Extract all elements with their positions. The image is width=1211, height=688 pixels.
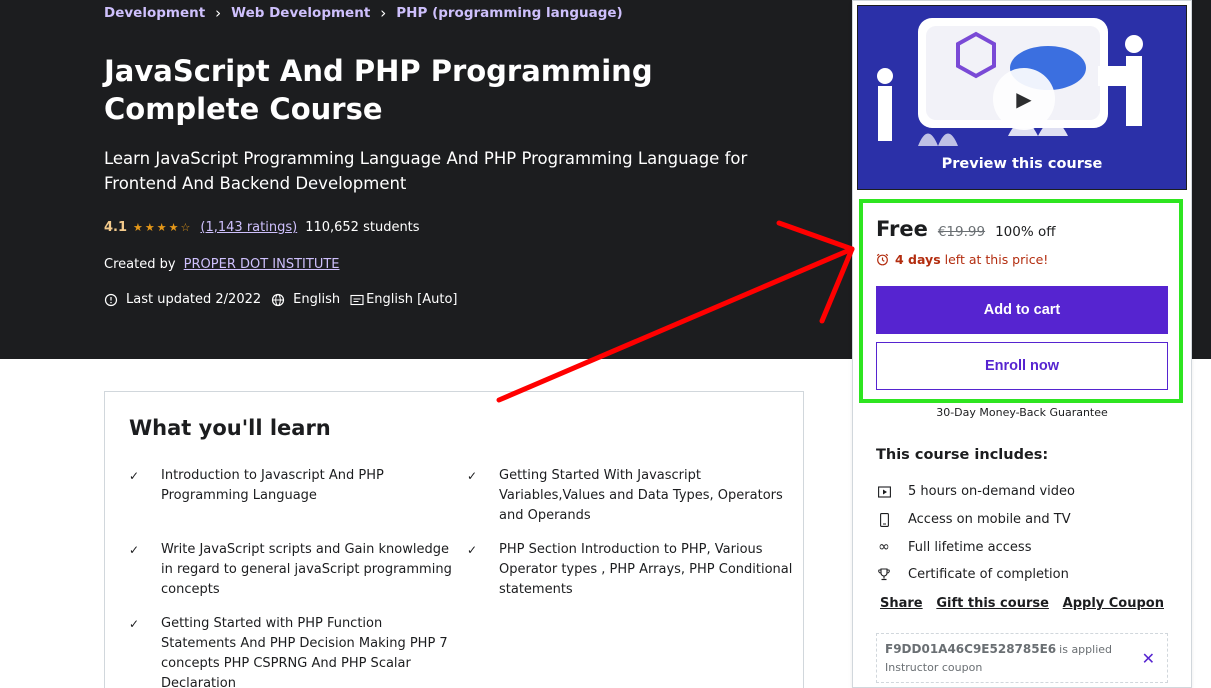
star-icon: ★ — [144, 221, 155, 234]
star-rating: ★ ★ ★ ★ ☆ — [133, 221, 192, 234]
learn-title: What you'll learn — [129, 416, 331, 440]
video-icon — [876, 484, 892, 500]
list-item: Access on mobile and TV — [876, 506, 1075, 534]
coupon-code: F9DD01A46C9E528785E6 — [885, 642, 1057, 656]
share-link[interactable]: Share — [880, 596, 923, 611]
learn-item-text: Getting Started With Javascript Variable… — [499, 468, 783, 523]
learn-item-text: Write JavaScript scripts and Gain knowle… — [161, 542, 452, 597]
applied-coupon: F9DD01A46C9E528785E6 is applied Instructo… — [876, 633, 1168, 683]
learn-item-text: PHP Section Introduction to PHP, Various… — [499, 542, 793, 597]
sidebar-links: Share Gift this course Apply Coupon — [880, 596, 1164, 611]
instructor-link[interactable]: PROPER DOT INSTITUTE — [184, 257, 340, 272]
rating-value: 4.1 — [104, 220, 128, 235]
created-by-label: Created by — [104, 257, 176, 272]
last-updated: Last updated 2/2022 — [126, 292, 262, 307]
globe-icon — [272, 293, 285, 306]
star-outline-icon: ☆ — [180, 221, 191, 234]
annotation-highlight-box — [859, 199, 1183, 403]
check-icon: ✓ — [129, 617, 140, 631]
what-you-will-learn: What you'll learn ✓ Introduction to Java… — [104, 391, 804, 688]
course-preview[interactable]: ▶ Preview this course — [857, 5, 1187, 190]
star-icon: ★ — [168, 221, 179, 234]
include-label: 5 hours on-demand video — [908, 484, 1075, 500]
apply-coupon-link[interactable]: Apply Coupon — [1063, 596, 1164, 611]
list-item: ✓ Getting Started With Javascript Variab… — [467, 466, 797, 526]
learn-item-text: Getting Started with PHP Function Statem… — [161, 616, 448, 688]
course-language: English — [293, 292, 341, 307]
breadcrumb-php[interactable]: PHP (programming language) — [396, 5, 622, 21]
coupon-applied-text: is applied — [1059, 643, 1113, 656]
ratings-count-link[interactable]: (1,143 ratings) — [200, 220, 297, 235]
alert-badge-icon — [104, 293, 118, 306]
list-item: Certificate of completion — [876, 561, 1075, 589]
star-icon: ★ — [133, 221, 143, 234]
include-label: Certificate of completion — [908, 567, 1069, 583]
gift-course-link[interactable]: Gift this course — [936, 596, 1049, 611]
check-icon: ✓ — [467, 543, 478, 557]
include-label: Full lifetime access — [908, 539, 1032, 555]
play-button-icon[interactable]: ▶ — [993, 68, 1055, 130]
close-icon[interactable]: ✕ — [1142, 649, 1155, 668]
course-title: JavaScript And PHP Programming Complete … — [104, 54, 653, 126]
coupon-type: Instructor coupon — [885, 661, 983, 674]
preview-label: Preview this course — [941, 156, 1103, 172]
learn-item-text: Introduction to Javascript And PHP Progr… — [161, 468, 384, 503]
list-item: ✓ Write JavaScript scripts and Gain know… — [129, 540, 459, 600]
students-count: 110,652 students — [305, 220, 420, 235]
infinity-icon: ∞ — [878, 539, 890, 556]
created-by: Created by PROPER DOT INSTITUTE — [104, 257, 340, 272]
list-item: 5 hours on-demand video — [876, 478, 1075, 506]
check-icon: ✓ — [467, 469, 478, 483]
course-captions: English [Auto] — [366, 292, 458, 307]
closed-captions-icon — [350, 294, 364, 305]
breadcrumb-development[interactable]: Development — [104, 5, 205, 21]
money-back-guarantee: 30-Day Money-Back Guarantee — [936, 406, 1108, 419]
star-icon: ★ — [156, 221, 167, 234]
list-item: ✓ Getting Started with PHP Function Stat… — [129, 614, 459, 688]
include-label: Access on mobile and TV — [908, 512, 1071, 528]
check-icon: ✓ — [129, 469, 140, 483]
breadcrumb-web-development[interactable]: Web Development — [231, 5, 370, 21]
learn-list: ✓ Introduction to Javascript And PHP Pro… — [129, 466, 792, 688]
list-item: ∞ Full lifetime access — [876, 533, 1075, 561]
breadcrumb: Development › Web Development › PHP (pro… — [104, 4, 623, 22]
course-subtitle: Learn JavaScript Programming Language An… — [104, 149, 748, 193]
includes-title: This course includes: — [876, 447, 1049, 463]
chevron-right-icon: › — [215, 4, 222, 22]
includes-list: 5 hours on-demand video Access on mobile… — [876, 478, 1075, 589]
list-item: ✓ PHP Section Introduction to PHP, Vario… — [467, 540, 797, 600]
chevron-right-icon: › — [380, 4, 387, 22]
rating-row: 4.1 ★ ★ ★ ★ ☆ (1,143 ratings) 110,652 st… — [104, 220, 420, 235]
trophy-icon — [876, 567, 892, 583]
list-item: ✓ Introduction to Javascript And PHP Pro… — [129, 466, 459, 526]
course-meta: Last updated 2/2022 English English [Aut… — [104, 292, 458, 307]
coupon-code-line: F9DD01A46C9E528785E6 is applied — [885, 642, 1112, 656]
check-icon: ✓ — [129, 543, 140, 557]
mobile-icon — [876, 512, 892, 528]
